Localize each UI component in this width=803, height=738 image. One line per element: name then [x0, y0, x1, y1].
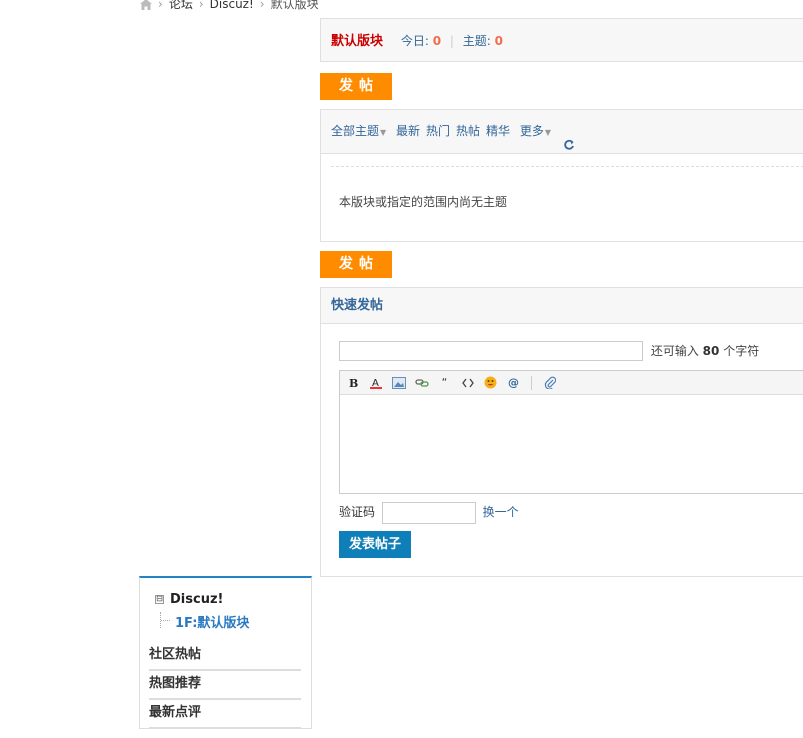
- chevron-down-icon: ▼: [544, 128, 552, 137]
- breadcrumb-separator: ›: [259, 0, 265, 11]
- filter-digest[interactable]: 精华: [486, 124, 510, 138]
- sidebar-link-hot-threads[interactable]: 社区热帖: [149, 641, 301, 671]
- font-color-icon[interactable]: A: [367, 374, 384, 391]
- tree-child-item: 1F:默认版块: [160, 612, 249, 631]
- tree-root[interactable]: ⊟ Discuz!: [155, 592, 223, 607]
- tree-child-link[interactable]: 1F:默认版块: [175, 616, 249, 631]
- attachment-icon[interactable]: [541, 374, 558, 391]
- subject-char-hint: 还可输入 80 个字符: [651, 344, 759, 358]
- svg-text:B: B: [349, 377, 358, 388]
- subject-row: 还可输入 80 个字符: [339, 341, 759, 361]
- forum-title: 默认版块: [331, 34, 384, 49]
- link-icon[interactable]: [413, 374, 430, 391]
- breadcrumb-separator: ›: [158, 0, 163, 11]
- filter-all-threads[interactable]: 全部主题▼: [331, 124, 386, 138]
- breadcrumb: › 论坛 › Discuz! › 默认版块: [140, 0, 319, 14]
- new-thread-button-bottom[interactable]: 发帖: [320, 251, 392, 278]
- hint-prefix: 还可输入: [650, 343, 699, 358]
- filter-more-label: 更多: [519, 124, 544, 138]
- captcha-row: 验证码 换一个: [339, 501, 519, 524]
- filter-all-label: 全部主题: [331, 124, 380, 138]
- at-icon[interactable]: @: [505, 374, 522, 391]
- quote-icon[interactable]: “: [436, 374, 453, 391]
- bold-icon[interactable]: B: [344, 374, 361, 391]
- thread-filter-bar: 全部主题▼ 最新 热门 热帖 精华 更多▼: [321, 110, 803, 154]
- breadcrumb-separator: ›: [198, 0, 204, 11]
- message-editor: B A “ @: [339, 370, 803, 494]
- threads-label: 主题:: [462, 34, 491, 48]
- captcha-label: 验证码: [339, 505, 376, 519]
- image-icon[interactable]: [390, 374, 407, 391]
- filter-more[interactable]: 更多▼: [520, 124, 551, 138]
- stat-divider: |: [449, 34, 454, 48]
- quick-post-title: 快速发帖: [321, 288, 803, 324]
- today-count: 0: [432, 34, 442, 48]
- new-thread-button[interactable]: 发帖: [320, 73, 392, 100]
- refresh-icon[interactable]: [563, 126, 575, 150]
- hint-suffix: 个字符: [723, 343, 760, 358]
- forum-sidebar: ⊟ Discuz! 1F:默认版块 社区热帖 热图推荐 最新点评: [139, 576, 312, 729]
- subject-input[interactable]: [339, 341, 643, 361]
- breadcrumb-current: 默认版块: [270, 0, 319, 11]
- collapse-icon[interactable]: ⊟: [155, 595, 164, 604]
- submit-post-button[interactable]: 发表帖子: [339, 531, 411, 558]
- captcha-refresh-link[interactable]: 换一个: [483, 505, 519, 519]
- filter-latest[interactable]: 最新: [396, 124, 420, 138]
- code-icon[interactable]: [459, 374, 476, 391]
- filter-hot-threads[interactable]: 热帖: [456, 124, 480, 138]
- thread-list: 全部主题▼ 最新 热门 热帖 精华 更多▼ 本版块或指定的范围内尚无主题: [320, 109, 803, 242]
- home-icon[interactable]: [140, 0, 152, 10]
- threads-count: 0: [494, 34, 504, 48]
- filter-hot[interactable]: 热门: [426, 124, 450, 138]
- editor-toolbar: B A “ @: [340, 371, 803, 395]
- sidebar-link-hot-images[interactable]: 热图推荐: [149, 670, 301, 700]
- sidebar-link-latest-comments[interactable]: 最新点评: [149, 699, 301, 729]
- toolbar-divider: [531, 375, 532, 390]
- hint-count: 80: [702, 343, 720, 358]
- captcha-input[interactable]: [381, 501, 476, 524]
- today-label: 今日:: [400, 34, 429, 48]
- forum-header: 默认版块 今日: 0 | 主题: 0: [320, 18, 803, 62]
- empty-thread-message: 本版块或指定的范围内尚无主题: [339, 195, 508, 209]
- breadcrumb-group-link[interactable]: Discuz!: [210, 0, 254, 11]
- quick-post-panel: 快速发帖 还可输入 80 个字符 B A “ @ 验证码 换一个 发表帖子: [320, 287, 803, 577]
- smiley-icon[interactable]: [482, 374, 499, 391]
- breadcrumb-forum-link[interactable]: 论坛: [169, 0, 193, 11]
- chevron-down-icon: ▼: [380, 128, 387, 137]
- tree-root-label: Discuz!: [170, 592, 224, 607]
